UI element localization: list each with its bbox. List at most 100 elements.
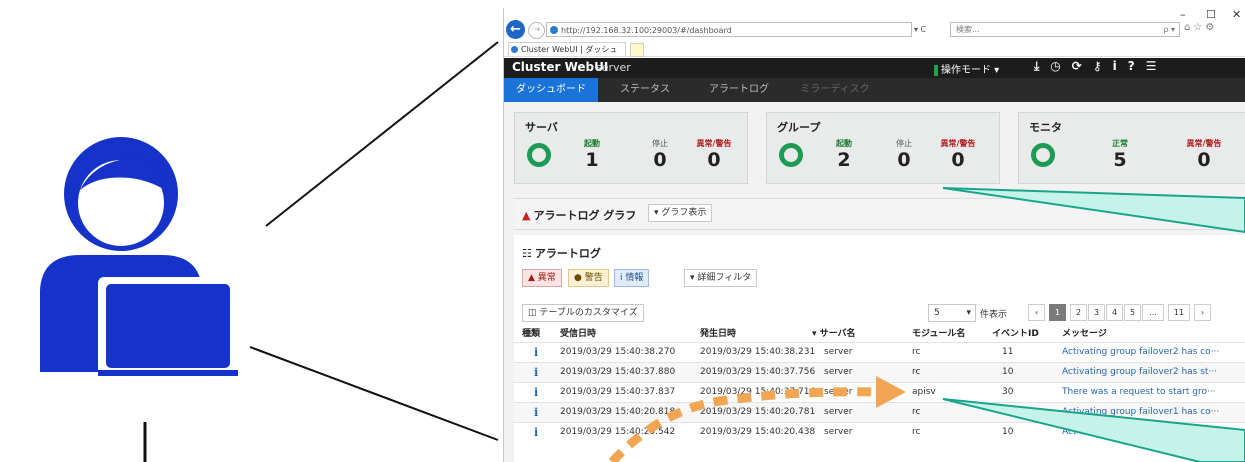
cell-module: rc [912,367,921,377]
cell-occurred: 2019/03/29 15:40:38.231 [700,347,816,357]
stat-value: 0 [951,149,965,171]
page-size-value: 5 [934,308,940,318]
monitor-normal-stat: 正常 5 [1095,139,1145,171]
status-ring-icon [779,143,803,167]
user-at-laptop-illustration [40,41,499,462]
tab-favicon-icon [511,46,518,53]
cell-message[interactable]: There was a request to start gro··· [1062,387,1216,397]
table-row[interactable]: i 2019/03/29 15:40:38.270 2019/03/29 15:… [514,342,1245,363]
col-module[interactable]: モジュール名 [912,326,965,339]
table-row[interactable]: i 2019/03/29 15:40:20.542 2019/03/29 15:… [514,422,1245,443]
refresh-controls[interactable]: ▾ C [914,22,946,37]
tab-status[interactable]: ステータス [608,78,682,102]
page-button-2[interactable]: 2 [1070,304,1087,321]
stat-value: 0 [653,149,667,171]
page-button-11[interactable]: 11 [1168,304,1190,321]
address-row: ← → http://192.168.32.100:29003/#/dashbo… [504,20,1245,40]
card-title: サーバ [525,121,558,134]
tab-alert-log[interactable]: アラートログ [696,78,782,102]
cell-message[interactable]: Activating group failover2 has co··· [1062,347,1219,357]
table-row[interactable]: i 2019/03/29 15:40:37.880 2019/03/29 15:… [514,362,1245,383]
back-arrow-icon[interactable]: ← [506,20,525,39]
operation-mode-label: 操作モード ▾ [941,65,1000,76]
cell-received: 2019/03/29 15:40:20.818 [560,407,676,417]
browser-tab[interactable]: Cluster WebUI | ダッシュボード × [508,42,626,67]
page-button-3[interactable]: 3 [1088,304,1105,321]
tab-dashboard[interactable]: ダッシュボード [504,78,598,102]
page-button-5[interactable]: 5 [1124,304,1141,321]
server-error-stat: 異常/警告 0 [689,139,739,171]
search-input[interactable]: 検索... ρ ▾ [950,22,1180,37]
customize-table-button[interactable]: ◫ テーブルのカスタマイズ [522,304,644,322]
page-size-select[interactable]: 5 ▾ [928,304,976,322]
cell-occurred: 2019/03/29 15:40:20.781 [700,407,816,417]
cell-event-id: 30 [1002,387,1014,397]
cell-module: rc [912,347,921,357]
col-server[interactable]: ▾ サーバ名 [812,326,856,339]
col-received[interactable]: 受信日時 [560,326,596,339]
show-graph-button[interactable]: ▾ グラフ表示 [648,204,713,222]
col-event-id[interactable]: イベントID [992,326,1039,339]
stat-label: 異常/警告 [940,139,976,148]
customize-table-label: テーブルのカスタマイズ [539,308,638,318]
cell-received: 2019/03/29 15:40:20.542 [560,427,676,437]
detail-filter-button[interactable]: ▾ 詳細フィルタ [684,269,758,287]
group-error-stat: 異常/警告 0 [933,139,983,171]
page-button-1[interactable]: 1 [1049,304,1066,321]
monitor-summary-card[interactable]: モニタ 正常 5 異常/警告 0 [1018,112,1245,184]
home-star-gear-icons[interactable]: ⌂☆⚙ [1184,22,1217,33]
url-field[interactable]: http://192.168.32.100:29003/#/dashboard [546,22,912,37]
cell-server: server [824,427,853,437]
stat-value: 5 [1113,149,1127,171]
cell-message[interactable]: Activating group failover1 has co··· [1062,407,1219,417]
server-running-stat: 起動 1 [567,139,617,171]
filter-error-button[interactable]: ▲ 異常 [522,269,562,287]
cell-occurred: 2019/03/29 15:40:37.714 [700,387,816,397]
search-icon[interactable]: ρ ▾ [1163,23,1175,37]
stat-label: 正常 [1112,139,1128,148]
filter-error-label: 異常 [537,273,556,283]
stat-value: 1 [585,149,599,171]
col-type[interactable]: 種類 [522,326,540,339]
connector-line-upper [265,41,499,227]
cell-event-id: 11 [1002,407,1014,417]
col-occurred[interactable]: 発生日時 [700,326,736,339]
page-button-4[interactable]: 4 [1106,304,1123,321]
cell-server: server [824,367,853,377]
operation-mode-dropdown[interactable]: 操作モード ▾ [934,61,999,76]
cell-message[interactable]: Activating group failover2 has st··· [1062,367,1217,377]
page-next-button[interactable]: › [1194,304,1211,321]
status-ring-icon [1031,143,1055,167]
col-message[interactable]: メッセージ [1062,326,1107,339]
alert-log-panel: ☷ アラートログ ▲ 異常 ● 警告 i 情報 ▾ 詳細フィルタ ◫ テーブルのカ… [514,235,1245,462]
cell-event-id: 10 [1002,427,1014,437]
stat-label: 異常/警告 [696,139,732,148]
cell-occurred: 2019/03/29 15:40:37.756 [700,367,816,377]
cell-message[interactable]: Act··· [1062,427,1085,437]
new-tab-icon[interactable] [630,43,644,57]
list-icon: ☷ [522,247,532,260]
info-icon: i [534,406,539,419]
header-action-icons[interactable]: ⤓◷⟳⚷i?☰ [1034,59,1167,74]
group-stopped-stat: 停止 0 [879,139,929,171]
cell-received: 2019/03/29 15:40:38.270 [560,347,676,357]
cell-server: server [824,407,853,417]
cell-module: rc [912,427,921,437]
forward-arrow-icon[interactable]: → [528,22,545,39]
alert-graph-title-text: アラートログ グラフ [533,209,637,222]
card-title: グループ [777,121,821,134]
filter-info-button[interactable]: i 情報 [614,269,650,287]
status-ring-icon [527,143,551,167]
cell-server: server [824,387,853,397]
filter-warning-button[interactable]: ● 警告 [568,269,609,287]
alert-graph-title: ▲ アラートログ グラフ [522,207,636,223]
alert-log-title: ☷ アラートログ [522,245,601,261]
group-running-stat: 起動 2 [819,139,869,171]
server-summary-card[interactable]: サーバ 起動 1 停止 0 異常/警告 0 [514,112,748,184]
stat-label: 起動 [836,139,852,148]
page-prev-button[interactable]: ‹ [1028,304,1045,321]
stat-value: 2 [837,149,851,171]
table-row[interactable]: i 2019/03/29 15:40:20.818 2019/03/29 15:… [514,402,1245,423]
group-summary-card[interactable]: グループ 起動 2 停止 0 異常/警告 0 [766,112,1000,184]
table-row[interactable]: i 2019/03/29 15:40:37.837 2019/03/29 15:… [514,382,1245,403]
